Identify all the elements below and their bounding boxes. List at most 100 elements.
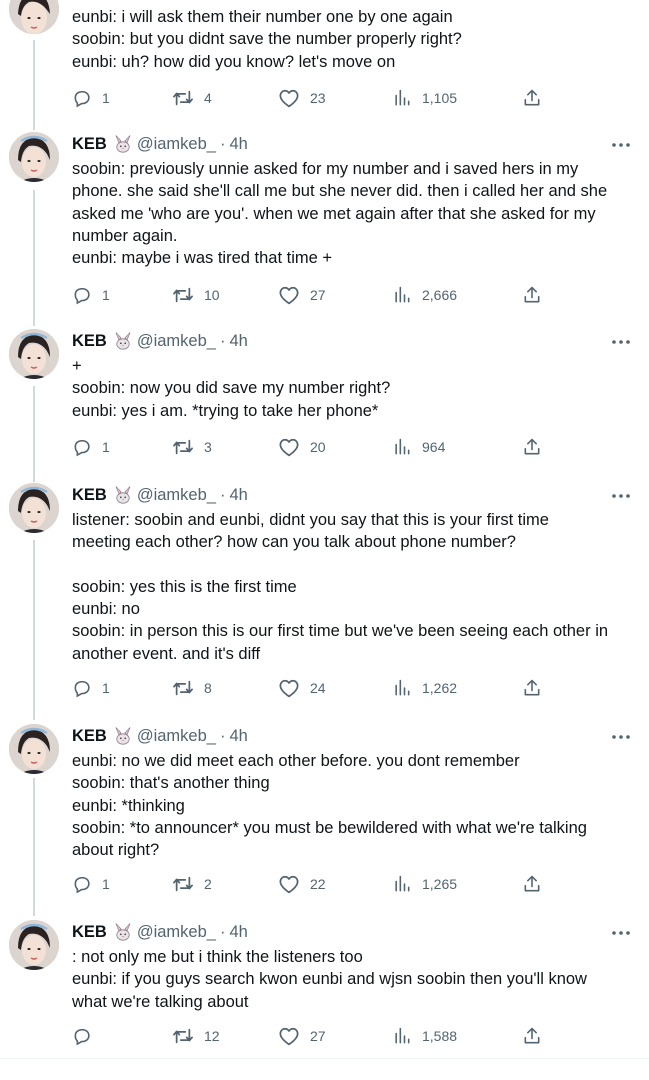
retweet-icon <box>172 88 194 108</box>
retweet-button[interactable]: 3 <box>172 435 212 459</box>
user-handle[interactable]: @iamkeb_ <box>137 727 216 746</box>
tweet-text: eunbi: i will ask them their number one … <box>72 8 462 71</box>
reply-button[interactable]: 1 <box>72 86 110 110</box>
retweet-count: 8 <box>204 680 212 696</box>
user-handle[interactable]: @iamkeb_ <box>137 135 216 154</box>
timestamp[interactable]: 4h <box>229 135 247 154</box>
more-icon <box>611 727 631 745</box>
tweet-text: : not only me but i think the listeners … <box>72 948 587 1011</box>
avatar[interactable] <box>9 0 59 34</box>
retweet-button[interactable]: 4 <box>172 86 212 110</box>
timestamp[interactable]: 4h <box>229 486 247 505</box>
heart-icon <box>278 1026 300 1046</box>
retweet-icon <box>172 1026 194 1046</box>
thread-line <box>33 386 35 482</box>
heart-icon <box>278 874 300 894</box>
views-button[interactable]: 2,666 <box>392 283 457 307</box>
timestamp[interactable]: 4h <box>229 727 247 746</box>
share-button[interactable] <box>522 435 542 459</box>
share-button[interactable] <box>522 872 542 896</box>
timestamp[interactable]: 4h <box>229 923 247 942</box>
reply-icon <box>72 874 92 894</box>
heart-icon <box>278 437 300 457</box>
reply-button[interactable]: 1 <box>72 435 110 459</box>
share-button[interactable] <box>522 86 542 110</box>
views-count: 964 <box>422 439 446 455</box>
like-count: 20 <box>310 439 326 455</box>
user-handle[interactable]: @iamkeb_ <box>137 486 216 505</box>
separator-dot: · <box>219 331 226 350</box>
thread-line <box>33 778 35 916</box>
tweet-actions: 1 8 24 1,262 <box>72 676 548 700</box>
heart-icon <box>278 88 300 108</box>
views-icon <box>392 437 412 457</box>
like-button[interactable]: 23 <box>278 86 326 110</box>
retweet-button[interactable]: 2 <box>172 872 212 896</box>
like-button[interactable]: 20 <box>278 435 326 459</box>
like-button[interactable]: 27 <box>278 283 326 307</box>
tweet-actions: 1 2 22 1,265 <box>72 872 548 896</box>
views-button[interactable]: 1,262 <box>392 676 457 700</box>
tweet-header: KEB @iamkeb_ · 4h <box>72 133 248 155</box>
rabbit-emoji-icon <box>113 922 133 942</box>
avatar[interactable] <box>9 920 59 970</box>
reply-button[interactable]: 1 <box>72 283 110 307</box>
more-icon <box>611 135 631 153</box>
reply-count: 1 <box>102 876 110 892</box>
avatar[interactable] <box>9 483 59 533</box>
rabbit-emoji-icon <box>113 134 133 154</box>
like-button[interactable]: 27 <box>278 1024 326 1048</box>
separator-dot: · <box>219 922 226 941</box>
views-button[interactable]: 964 <box>392 435 445 459</box>
views-button[interactable]: 1,265 <box>392 872 457 896</box>
like-count: 22 <box>310 876 326 892</box>
display-name[interactable]: KEB <box>72 727 107 746</box>
share-button[interactable] <box>522 1024 542 1048</box>
avatar[interactable] <box>9 724 59 774</box>
display-name[interactable]: KEB <box>72 486 107 505</box>
views-button[interactable]: 1,588 <box>392 1024 457 1048</box>
retweet-button[interactable]: 8 <box>172 676 212 700</box>
thread-line <box>33 40 35 130</box>
more-options-button[interactable] <box>606 921 636 943</box>
reply-count: 1 <box>102 680 110 696</box>
views-count: 1,265 <box>422 876 458 892</box>
retweet-button[interactable]: 10 <box>172 283 220 307</box>
more-options-button[interactable] <box>606 133 636 155</box>
share-button[interactable] <box>522 676 542 700</box>
share-icon <box>522 437 542 457</box>
retweet-button[interactable]: 12 <box>172 1024 220 1048</box>
reply-button[interactable] <box>72 1024 102 1048</box>
display-name[interactable]: KEB <box>72 135 107 154</box>
tweet-text: + soobin: now you did save my number rig… <box>72 357 391 420</box>
more-icon <box>611 332 631 350</box>
reply-button[interactable]: 1 <box>72 676 110 700</box>
retweet-count: 2 <box>204 876 212 892</box>
views-button[interactable]: 1,105 <box>392 86 457 110</box>
more-options-button[interactable] <box>606 330 636 352</box>
reply-icon <box>72 437 92 457</box>
reply-button[interactable]: 1 <box>72 872 110 896</box>
like-button[interactable]: 22 <box>278 872 326 896</box>
reply-count: 1 <box>102 90 110 106</box>
thread-line <box>33 190 35 326</box>
share-icon <box>522 874 542 894</box>
more-options-button[interactable] <box>606 725 636 747</box>
separator-dot: · <box>219 134 226 153</box>
reply-icon <box>72 678 92 698</box>
display-name[interactable]: KEB <box>72 923 107 942</box>
avatar[interactable] <box>9 329 59 379</box>
user-handle[interactable]: @iamkeb_ <box>137 923 216 942</box>
more-options-button[interactable] <box>606 484 636 506</box>
display-name[interactable]: KEB <box>72 332 107 351</box>
like-button[interactable]: 24 <box>278 676 326 700</box>
share-button[interactable] <box>522 283 542 307</box>
timestamp[interactable]: 4h <box>229 332 247 351</box>
avatar[interactable] <box>9 132 59 182</box>
tweet-actions: 1 10 27 2,666 <box>72 283 548 307</box>
reply-icon <box>72 88 92 108</box>
retweet-count: 4 <box>204 90 212 106</box>
user-handle[interactable]: @iamkeb_ <box>137 332 216 351</box>
reply-count: 1 <box>102 439 110 455</box>
separator-dot: · <box>219 726 226 745</box>
